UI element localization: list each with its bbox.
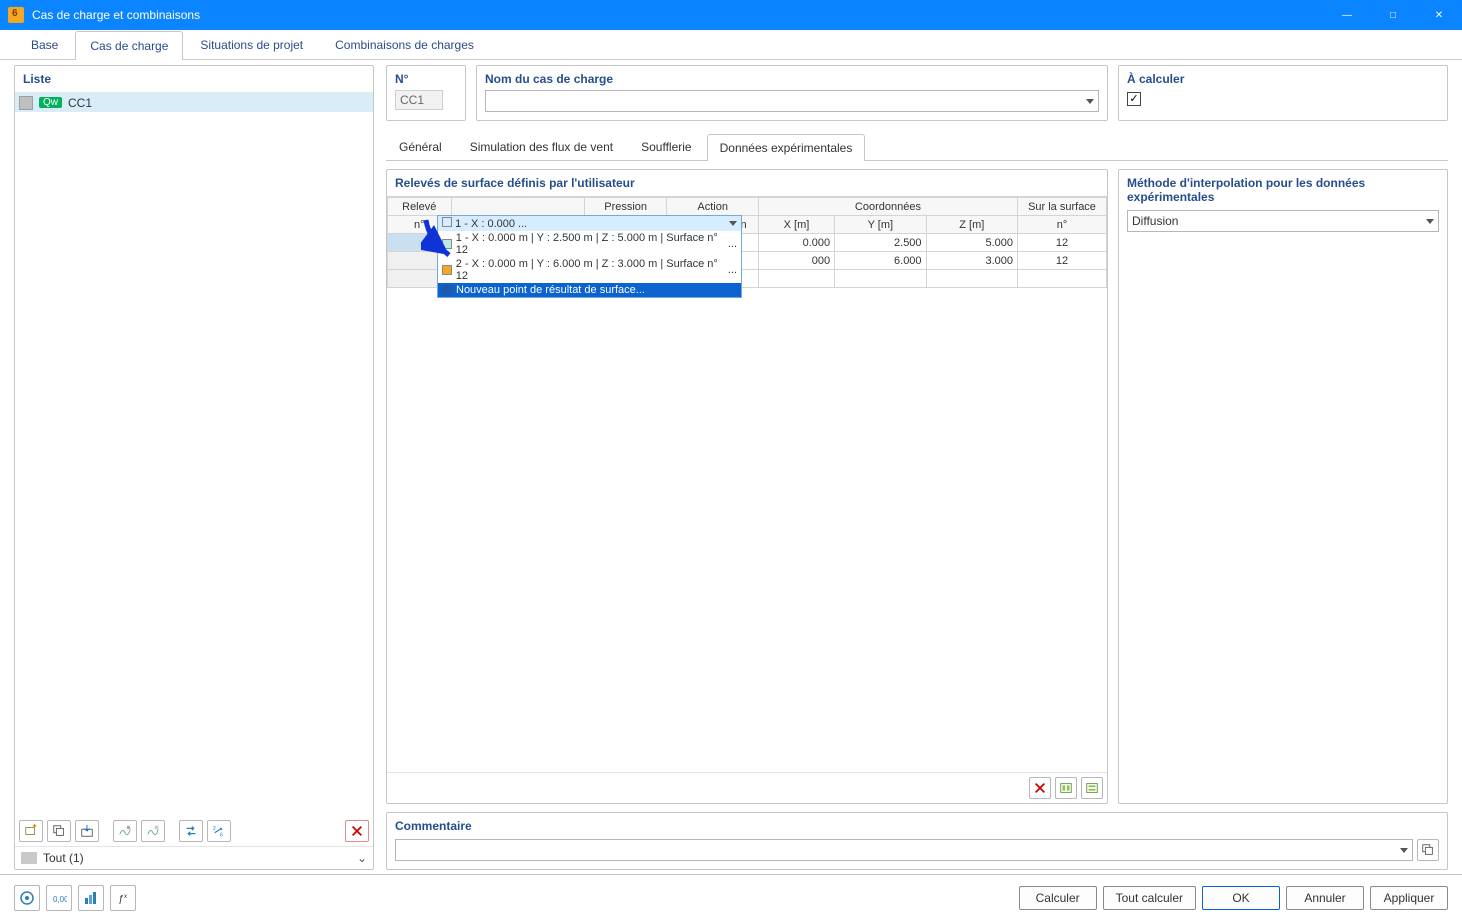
dropdown-selected[interactable]: 1 - X : 0.000 ...: [438, 216, 741, 231]
color-chip-icon: [442, 217, 452, 227]
dropdown-option-2[interactable]: 2 - X : 0.000 m | Y : 6.000 m | Z : 3.00…: [438, 257, 741, 283]
tab-situations[interactable]: Situations de projet: [185, 30, 318, 59]
list-item-pill: Qw: [39, 97, 62, 108]
sub-tab-strip: Général Simulation des flux de vent Souf…: [386, 129, 1448, 161]
grid-action-a-button[interactable]: [1055, 777, 1077, 799]
interpolation-head: Méthode d'interpolation pour les données…: [1127, 176, 1439, 204]
svg-text:6: 6: [220, 832, 223, 838]
footer-units-button[interactable]: 0,00: [46, 885, 72, 911]
renumber-button[interactable]: 26: [207, 820, 231, 842]
list-item-swatch: [19, 96, 33, 110]
calc-panel: À calculer: [1118, 65, 1448, 121]
swap-arrows-button[interactable]: [179, 820, 203, 842]
tool-graph-b-button[interactable]: [141, 820, 165, 842]
title-bar: Cas de charge et combinaisons — □ ✕: [0, 0, 1462, 30]
delete-row-button[interactable]: [1029, 777, 1051, 799]
interpolation-select[interactable]: Diffusion: [1127, 210, 1439, 232]
main-tab-strip: Base Cas de charge Situations de projet …: [0, 30, 1462, 60]
col-act-a[interactable]: Action: [667, 198, 758, 216]
copy-item-button[interactable]: [47, 820, 71, 842]
number-panel: N° CC1: [386, 65, 466, 121]
maximize-button[interactable]: □: [1370, 0, 1416, 30]
tab-donnees-experimentales[interactable]: Données expérimentales: [707, 134, 866, 161]
nom-dropdown[interactable]: 1 - X : 0.000 ... 1 - X : 0.000 m | Y : …: [437, 215, 742, 298]
calc-checkbox[interactable]: [1127, 92, 1141, 106]
interpolation-panel: Méthode d'interpolation pour les données…: [1118, 169, 1448, 804]
releves-head: Relevés de surface définis par l'utilisa…: [387, 170, 1107, 196]
list-panel-head: Liste: [15, 66, 373, 93]
chevron-down-icon: [1086, 99, 1094, 104]
chevron-down-icon: [1426, 219, 1434, 224]
name-select[interactable]: [485, 90, 1099, 112]
color-chip-icon: [442, 285, 452, 295]
footer-bar: 0,00 ƒx Calculer Tout calculer OK Annule…: [0, 874, 1462, 920]
col-num-a[interactable]: Relevé: [388, 198, 452, 216]
tab-base[interactable]: Base: [16, 30, 73, 59]
list-filter[interactable]: Tout (1) ⌄: [15, 846, 373, 869]
chevron-down-icon: ⌄: [357, 851, 367, 865]
footer-chart-button[interactable]: [78, 885, 104, 911]
footer-help-button[interactable]: [14, 885, 40, 911]
calc-panel-head: À calculer: [1127, 72, 1439, 86]
color-chip-icon: [442, 265, 452, 275]
col-y[interactable]: Y [m]: [835, 216, 926, 234]
tab-cas-de-charge[interactable]: Cas de charge: [75, 31, 183, 60]
dropdown-option-new[interactable]: Nouveau point de résultat de surface...: [438, 283, 741, 297]
comment-head: Commentaire: [395, 819, 1439, 833]
svg-text:x: x: [124, 894, 127, 900]
dropdown-option-1[interactable]: 1 - X : 0.000 m | Y : 2.500 m | Z : 5.00…: [438, 231, 741, 257]
list-toolbar: 26: [15, 816, 373, 846]
col-x[interactable]: X [m]: [758, 216, 834, 234]
filter-swatch: [21, 852, 37, 864]
list-item-cc1[interactable]: Qw CC1: [15, 93, 373, 112]
releves-panel: Relevés de surface définis par l'utilisa…: [386, 169, 1108, 804]
number-value: CC1: [395, 90, 443, 110]
comment-select[interactable]: [395, 839, 1413, 861]
delete-item-button[interactable]: [345, 820, 369, 842]
grid-action-b-button[interactable]: [1081, 777, 1103, 799]
svg-text:2: 2: [213, 826, 216, 832]
window-title: Cas de charge et combinaisons: [32, 8, 1324, 22]
tout-calculer-button[interactable]: Tout calculer: [1103, 886, 1196, 910]
minimize-button[interactable]: —: [1324, 0, 1370, 30]
col-surf-b[interactable]: n°: [1018, 216, 1107, 234]
tab-simulation[interactable]: Simulation des flux de vent: [457, 133, 626, 160]
tab-combinaisons[interactable]: Combinaisons de charges: [320, 30, 489, 59]
list-panel: Liste Qw CC1 26: [14, 65, 374, 870]
footer-function-button[interactable]: ƒx: [110, 885, 136, 911]
name-panel-head: Nom du cas de charge: [485, 72, 1099, 86]
col-p-a[interactable]: Pression: [584, 198, 667, 216]
col-surf-a[interactable]: Sur la surface: [1018, 198, 1107, 216]
new-item-button[interactable]: [19, 820, 43, 842]
tab-general[interactable]: Général: [386, 133, 455, 160]
tool-graph-a-button[interactable]: [113, 820, 137, 842]
list-item-label: CC1: [68, 96, 92, 110]
col-coord[interactable]: Coordonnées: [758, 198, 1017, 216]
comment-panel: Commentaire: [386, 812, 1448, 870]
comment-edit-button[interactable]: [1417, 839, 1439, 861]
number-panel-head: N°: [395, 72, 457, 86]
tab-soufflerie[interactable]: Soufflerie: [628, 133, 704, 160]
import-button[interactable]: [75, 820, 99, 842]
name-panel: Nom du cas de charge: [476, 65, 1108, 121]
chevron-down-icon: [1400, 848, 1408, 853]
col-z[interactable]: Z [m]: [926, 216, 1017, 234]
annuler-button[interactable]: Annuler: [1286, 886, 1364, 910]
svg-text:0,00: 0,00: [53, 895, 67, 904]
app-icon: [8, 7, 24, 23]
filter-label: Tout (1): [43, 851, 351, 865]
calculer-button[interactable]: Calculer: [1019, 886, 1097, 910]
color-chip-icon: [442, 239, 452, 249]
close-button[interactable]: ✕: [1416, 0, 1462, 30]
appliquer-button[interactable]: Appliquer: [1370, 886, 1448, 910]
chevron-down-icon: [729, 221, 737, 226]
ok-button[interactable]: OK: [1202, 886, 1280, 910]
